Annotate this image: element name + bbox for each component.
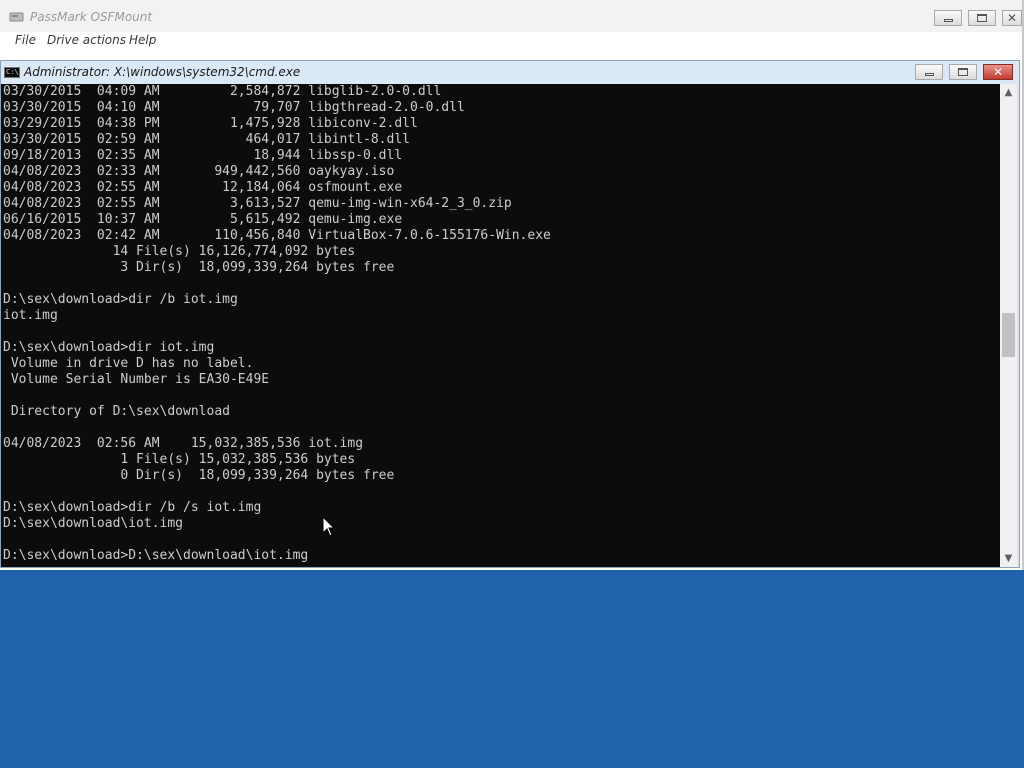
console-line: 04/08/2023 02:55 AM 12,184,064 osfmount.… [3,180,403,195]
console-line: 04/08/2023 02:56 AM 15,032,385,536 iot.i… [3,436,364,451]
mouse-cursor-icon [322,516,336,537]
console-line: iot.img [3,308,58,323]
console-line: Directory of D:\sex\download [3,404,230,419]
console-line: 3 Dir(s) 18,099,339,264 bytes free [3,260,395,275]
menu-file[interactable]: File [15,33,36,47]
console-line: Volume in drive D has no label. [3,356,254,371]
minimize-icon [943,19,953,22]
console-line: 04/08/2023 02:55 AM 3,613,527 qemu-img-w… [3,196,512,211]
osfmount-minimize-button[interactable] [934,10,962,26]
osfmount-close-button[interactable]: ✕ [1002,10,1022,26]
osfmount-maximize-button[interactable] [968,10,996,26]
scroll-down-icon[interactable]: ▼ [1000,550,1017,567]
osfmount-menubar: File Drive actions Help [0,32,1022,52]
scroll-up-icon[interactable]: ▲ [1000,84,1017,101]
cmd-window: C:\ Administrator: X:\windows\system32\c… [0,60,1020,568]
cmd-app-icon: C:\ [4,67,20,78]
console-line: D:\sex\download>dir /b /s iot.img [3,500,262,515]
console-line: D:\sex\download>D:\sex\download\iot.img [3,548,309,563]
console-line: Volume Serial Number is EA30-E49E [3,372,270,387]
console-line: 03/30/2015 04:09 AM 2,584,872 libglib-2.… [3,84,442,99]
cmd-title: Administrator: X:\windows\system32\cmd.e… [24,65,301,79]
console-scrollbar[interactable]: ▲ ▼ [1000,84,1017,567]
minimize-icon [924,73,934,76]
console-line: D:\sex\download>dir iot.img [3,340,215,355]
cmd-close-button[interactable]: ✕ [983,64,1013,80]
console-line: 06/16/2015 10:37 AM 5,615,492 qemu-img.e… [3,212,403,227]
cmd-minimize-button[interactable] [915,64,943,80]
console-line: 03/29/2015 04:38 PM 1,475,928 libiconv-2… [3,116,418,131]
console-line: 04/08/2023 02:42 AM 110,456,840 VirtualB… [3,228,551,243]
scroll-thumb[interactable] [1002,313,1015,357]
close-icon: ✕ [992,65,1004,79]
menu-drive-actions[interactable]: Drive actions [47,33,126,47]
console-line: 03/30/2015 04:10 AM 79,707 libgthread-2.… [3,100,465,115]
menu-help[interactable]: Help [129,33,156,47]
console-output[interactable]: 03/30/2015 04:09 AM 2,584,872 libglib-2.… [1,84,1000,567]
console-line: 0 Dir(s) 18,099,339,264 bytes free [3,468,395,483]
console-line: 1 File(s) 15,032,385,536 bytes [3,452,356,467]
console-line: 09/18/2013 02:35 AM 18,944 libssp-0.dll [3,148,403,163]
close-icon: ✕ [1006,11,1018,25]
console-line: 03/30/2015 02:59 AM 464,017 libintl-8.dl… [3,132,410,147]
console-line: D:\sex\download>dir /b iot.img [3,292,238,307]
osfmount-title: PassMark OSFMount [30,10,153,24]
console-line: 04/08/2023 02:33 AM 949,442,560 oaykyay.… [3,164,395,179]
osfmount-app-icon [9,12,24,22]
console-line: D:\sex\download\iot.img [3,516,184,531]
osfmount-titlebar[interactable]: PassMark OSFMount ✕ [0,0,1022,32]
cmd-titlebar[interactable]: C:\ Administrator: X:\windows\system32\c… [1,61,1019,84]
maximize-icon [977,14,987,22]
maximize-icon [958,68,968,76]
console-line: 14 File(s) 16,126,774,092 bytes [3,244,356,259]
console-lines: 03/30/2015 04:09 AM 2,584,872 libglib-2.… [3,84,551,564]
cmd-maximize-button[interactable] [949,64,977,80]
